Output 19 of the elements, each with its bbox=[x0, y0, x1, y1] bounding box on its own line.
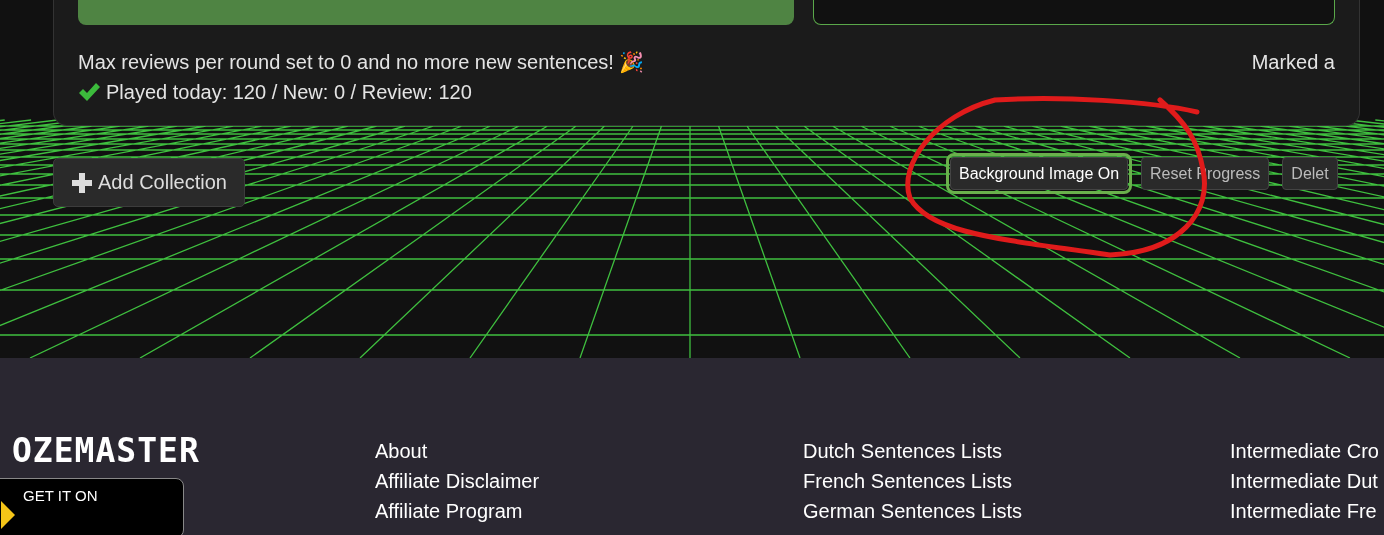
played-today-text: Played today: 120 / New: 0 / Review: 120 bbox=[106, 80, 472, 104]
marked-text: Marked a bbox=[1251, 50, 1335, 74]
plus-icon bbox=[72, 172, 92, 193]
footer-link[interactable]: About bbox=[375, 436, 803, 466]
app-store-badge[interactable]: GET IT ON bbox=[0, 478, 184, 535]
footer-link[interactable]: German Sentences Lists bbox=[803, 496, 1230, 526]
footer-link[interactable]: Intermediate Dut bbox=[1230, 466, 1384, 496]
footer-link[interactable]: Intermediate Cro bbox=[1230, 436, 1384, 466]
footer-link[interactable]: Dutch Sentences Lists bbox=[803, 436, 1230, 466]
logo[interactable]: OZEMASTER bbox=[12, 436, 375, 466]
footer-link[interactable]: Affiliate Program bbox=[375, 496, 803, 526]
play-icon bbox=[1, 501, 15, 529]
toolbar-button[interactable]: Delet bbox=[1282, 157, 1338, 190]
footer-link[interactable]: Affiliate Disclaimer bbox=[375, 466, 803, 496]
add-collection-button[interactable]: Add Collection bbox=[53, 158, 245, 207]
footer-link[interactable]: French Sentences Lists bbox=[803, 466, 1230, 496]
status-message: Max reviews per round set to 0 and no more new sentences! 🎉 bbox=[78, 50, 645, 74]
checkmark-icon bbox=[78, 82, 100, 102]
footer-link[interactable]: Intermediate Fre bbox=[1230, 496, 1384, 526]
